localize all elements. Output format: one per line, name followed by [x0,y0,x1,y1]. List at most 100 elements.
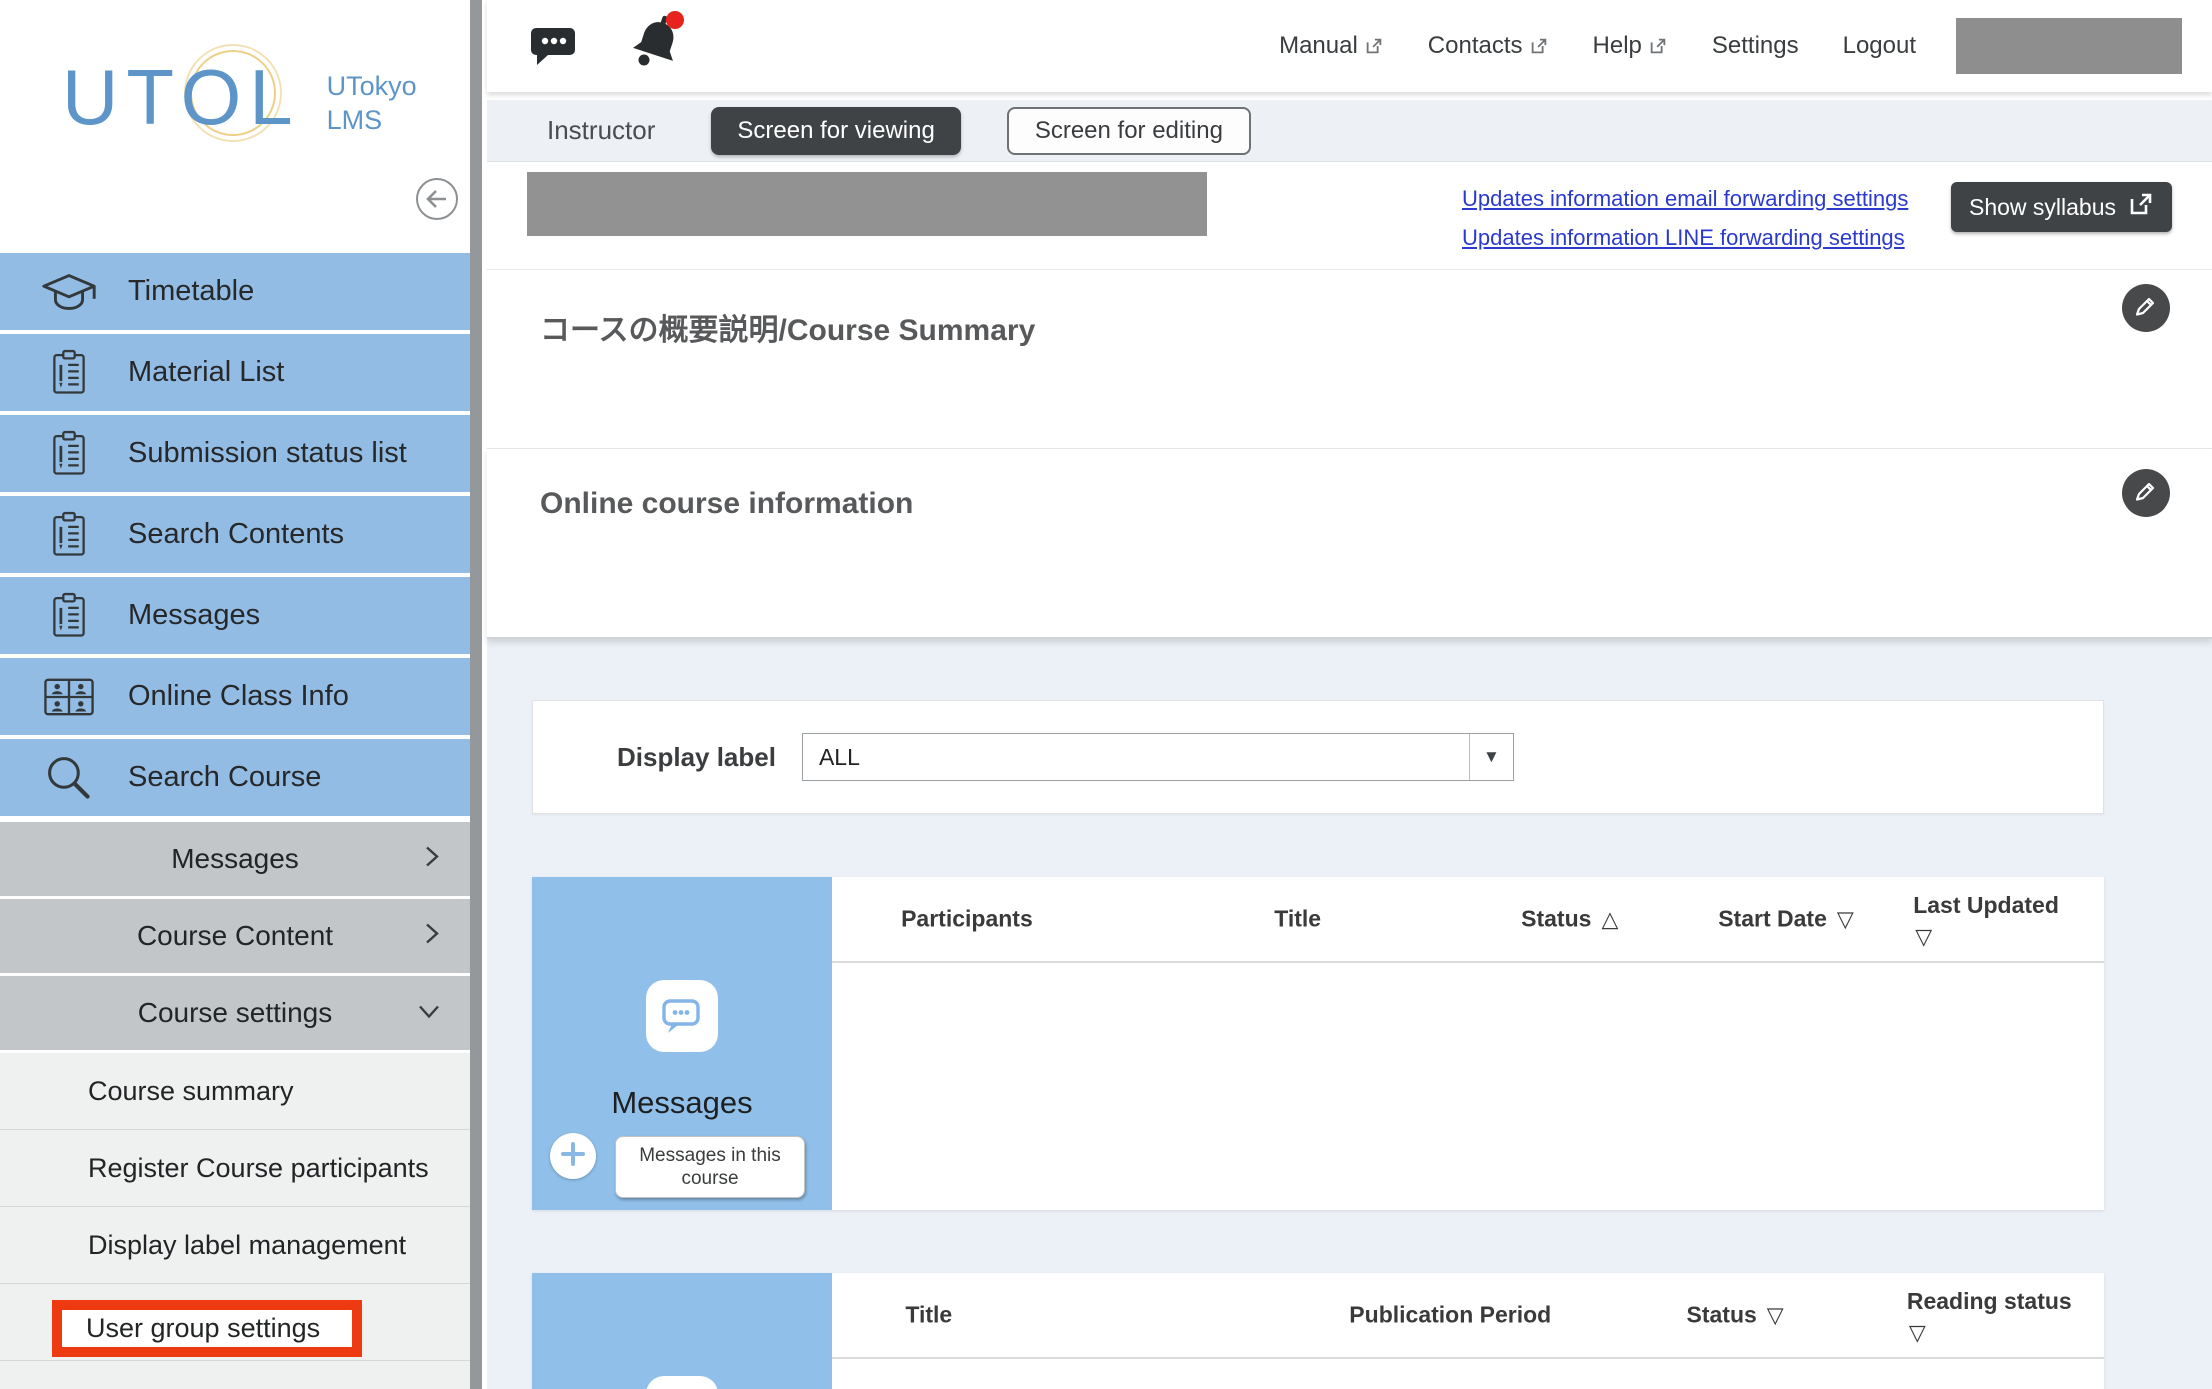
notification-bell-icon[interactable] [627,10,689,75]
sidebar-item-submission-status[interactable]: Submission status list [0,415,470,492]
nav-manual[interactable]: Manual [1279,32,1384,60]
sidebar-group-messages[interactable]: Messages [0,822,470,896]
sidebar-group-nav: Messages Course Content Course settings [0,822,470,1053]
role-label: Instructor [547,115,655,146]
group-label: Course Content [137,920,333,952]
sidebar-item-display-label-management[interactable]: Display label management [0,1207,470,1284]
nav-settings[interactable]: Settings [1712,32,1799,60]
top-navigation: Manual Contacts Help Settings Logout [1235,0,2182,92]
sidebar-item-online-class-info[interactable]: Online Class Info [0,658,470,735]
sidebar-item-register-participants[interactable]: Register Course participants [0,1130,470,1207]
topbar: Manual Contacts Help Settings Logout [487,0,2212,92]
dropdown-arrow-icon[interactable]: ▼ [1469,734,1513,780]
sort-desc-icon: ▽ [1837,907,1854,932]
nav-logout[interactable]: Logout [1843,32,1916,60]
nav-label: Logout [1843,32,1916,60]
pencil-icon [2132,292,2160,325]
subitem-label: Register Course participants [88,1153,429,1184]
material-icon [646,1376,718,1389]
utol-logo: UTOL UTokyo LMS [62,58,417,138]
user-name-redacted[interactable] [1956,18,2182,74]
selected-value: ALL [803,734,1469,780]
screen-for-viewing-button[interactable]: Screen for viewing [711,107,960,155]
column-status[interactable]: Status△ [1521,906,1618,933]
sidebar-main-nav: Timetable Material List Submission statu… [0,253,470,820]
sidebar-item-label: Timetable [128,275,254,308]
messages-in-this-course-button[interactable]: Messages in this course [615,1136,805,1198]
sidebar-item-search-course[interactable]: Search Course [0,739,470,816]
sidebar: UTOL UTokyo LMS Timetable [0,0,470,1389]
external-link-icon [2128,191,2154,223]
clipboard-icon [36,345,102,401]
sidebar-item-search-contents[interactable]: Search Contents [0,496,470,573]
edit-online-info-button[interactable] [2122,469,2170,517]
notification-badge [666,11,684,29]
clipboard-icon [36,507,102,563]
external-link-icon [1648,36,1668,56]
sidebar-group-course-settings[interactable]: Course settings [0,976,470,1050]
logo-area: UTOL UTokyo LMS [0,0,470,253]
subitem-label: User group settings [86,1313,320,1344]
course-summary-section: コースの概要説明/Course Summary [487,270,2212,449]
messages-table-header: Participants Title Status△ Start Date▽ L [832,877,2104,963]
sidebar-settings-subnav: Course summary Register Course participa… [0,1053,470,1389]
forwarding-links: Updates information email forwarding set… [1462,186,1908,251]
sidebar-group-course-content[interactable]: Course Content [0,899,470,973]
nav-label: Settings [1712,32,1799,60]
graduation-cap-icon [36,267,102,317]
line-forwarding-link[interactable]: Updates information LINE forwarding sett… [1462,225,1908,251]
sidebar-item-course-summary[interactable]: Course summary [0,1053,470,1130]
column-start-date[interactable]: Start Date▽ [1718,906,1854,933]
column-status[interactable]: Status▽ [1687,1302,1784,1329]
course-content-area: Display label ALL ▼ Messages Messages in [487,639,2212,1389]
edit-summary-button[interactable] [2122,284,2170,332]
plus-icon [559,1140,587,1173]
email-forwarding-link[interactable]: Updates information email forwarding set… [1462,186,1908,212]
clipboard-icon [36,588,102,644]
sort-desc-icon: ▽ [1909,1319,2097,1347]
chat-icon[interactable] [529,24,577,75]
messages-table: Participants Title Status△ Start Date▽ L [832,877,2104,1210]
display-label-select[interactable]: ALL ▼ [802,733,1514,781]
pencil-icon [2132,477,2160,510]
sidebar-next-item-partial [0,1361,470,1389]
column-publication-period: Publication Period [1349,1302,1561,1329]
column-reading-status[interactable]: Reading status▽ [1907,1287,2097,1347]
materials-card: Title Publication Period Status▽ Reading… [532,1273,2104,1389]
online-course-title: Online course information [540,487,913,521]
logo-subtitle: UTokyo LMS [327,70,417,138]
highlight-annotation: User group settings [52,1300,362,1357]
bell-clapper [639,55,650,66]
screen-for-editing-button[interactable]: Screen for editing [1007,107,1251,155]
course-summary-title: コースの概要説明/Course Summary [540,305,1035,349]
nav-help[interactable]: Help [1593,32,1668,60]
messages-tile-title: Messages [532,1085,832,1121]
sort-desc-icon: ▽ [1767,1303,1784,1328]
show-syllabus-button[interactable]: Show syllabus [1951,182,2172,232]
add-message-button[interactable] [550,1133,596,1179]
materials-table-header: Title Publication Period Status▽ Reading… [832,1273,2104,1359]
column-last-updated[interactable]: Last Updated▽ [1913,891,2103,951]
sidebar-collapse-button[interactable] [414,176,460,222]
sidebar-item-label: Online Class Info [128,680,349,713]
chevron-down-icon [414,998,444,1029]
chevron-right-icon [418,844,444,875]
sidebar-item-material-list[interactable]: Material List [0,334,470,411]
arrow-left-circle-icon [414,176,460,222]
nav-label: Contacts [1428,32,1523,60]
display-label-panel: Display label ALL ▼ [532,700,2104,814]
sidebar-item-timetable[interactable]: Timetable [0,253,470,330]
sidebar-scrollbar[interactable] [470,0,482,1389]
course-title-redacted [527,172,1207,236]
group-label: Course settings [138,997,333,1029]
external-link-icon [1529,36,1549,56]
column-participants: Participants [901,906,1043,933]
display-label-text: Display label [617,742,776,773]
sidebar-item-user-group-settings[interactable]: User group settings [0,1284,470,1361]
sidebar-item-messages[interactable]: Messages [0,577,470,654]
materials-tile[interactable] [532,1273,832,1389]
nav-contacts[interactable]: Contacts [1428,32,1549,60]
sort-asc-icon: △ [1601,907,1618,932]
messages-tile[interactable]: Messages Messages in this course [532,877,832,1210]
message-bubble-icon [646,980,718,1052]
